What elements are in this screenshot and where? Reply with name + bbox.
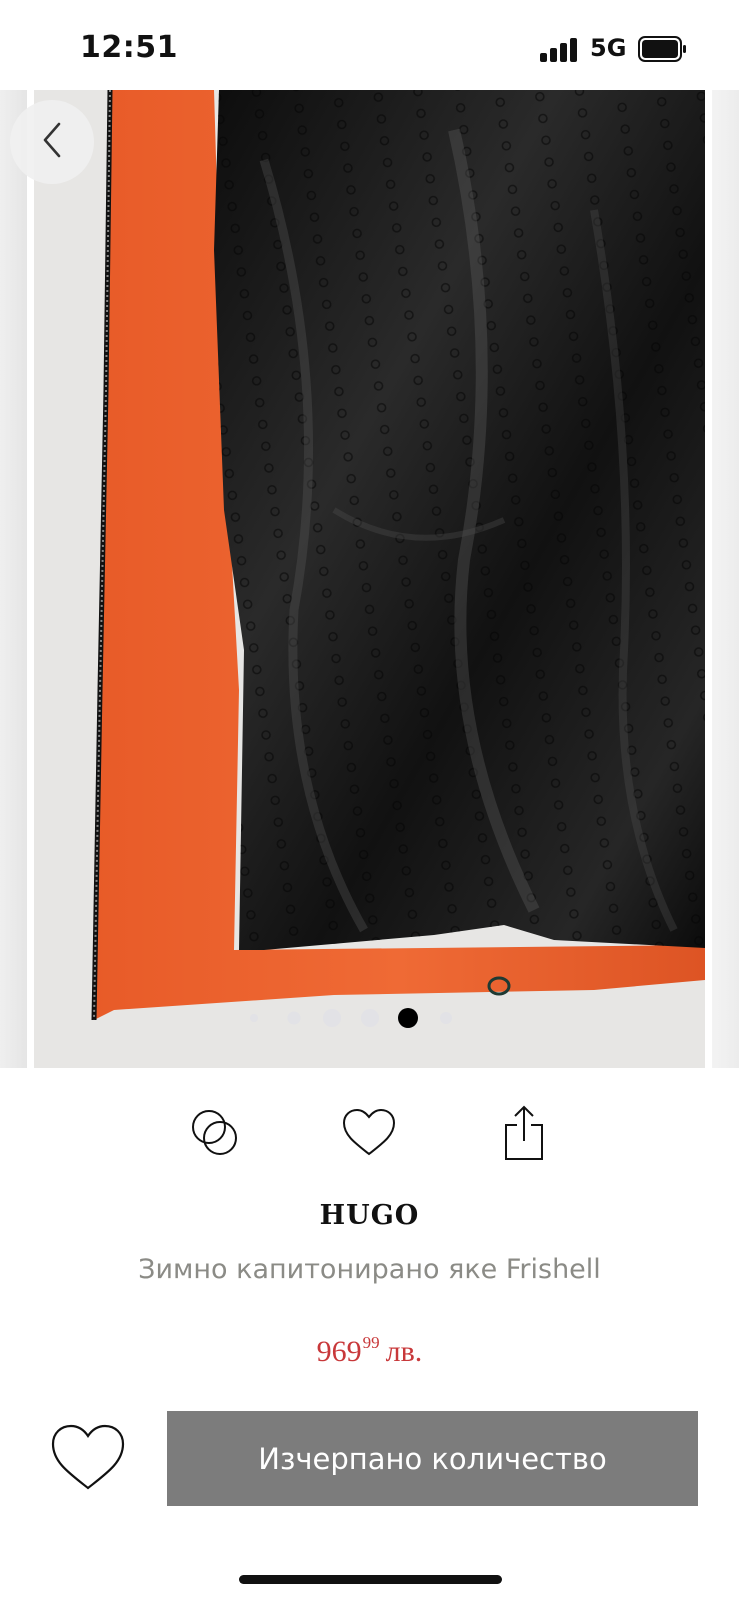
product-price: 96999 лв. [0, 1333, 739, 1369]
compare-icon [187, 1105, 243, 1166]
slide-dot[interactable] [287, 1011, 301, 1025]
status-bar: 12:51 5G [0, 0, 739, 90]
next-slide-preview[interactable] [712, 90, 739, 1068]
chevron-left-icon [37, 120, 67, 165]
slide-dot[interactable] [250, 1014, 258, 1022]
network-type: 5G [590, 34, 627, 62]
price-cents: 99 [362, 1333, 380, 1352]
slide-dot[interactable] [323, 1009, 341, 1027]
battery-icon [638, 36, 688, 62]
share-button[interactable] [489, 1100, 559, 1170]
add-to-wishlist-button[interactable] [48, 1420, 128, 1500]
product-actions [0, 1100, 739, 1170]
product-gallery[interactable] [0, 90, 739, 1068]
out-of-stock-button[interactable]: Изчерпано количество [167, 1411, 698, 1506]
previous-slide-preview[interactable] [0, 90, 27, 1068]
slide-dot-active[interactable] [398, 1008, 418, 1028]
product-title: Зимно капитонирано яке Frishell [138, 1254, 601, 1285]
heart-icon [50, 1424, 126, 1497]
compare-button[interactable] [180, 1100, 250, 1170]
slide-indicator [0, 1003, 739, 1033]
cellular-signal-icon [540, 38, 578, 62]
home-indicator[interactable] [239, 1575, 502, 1584]
product-image[interactable] [34, 90, 705, 1068]
favorite-button[interactable] [334, 1100, 404, 1170]
heart-icon [341, 1108, 397, 1163]
share-icon [502, 1105, 546, 1166]
slide-dot[interactable] [361, 1009, 379, 1027]
price-currency: лв. [385, 1335, 423, 1368]
status-time: 12:51 [80, 30, 178, 65]
back-button[interactable] [10, 100, 94, 184]
price-main: 969 [316, 1335, 362, 1368]
slide-dot[interactable] [440, 1012, 452, 1024]
brand-name[interactable]: HUGO [0, 1200, 739, 1231]
